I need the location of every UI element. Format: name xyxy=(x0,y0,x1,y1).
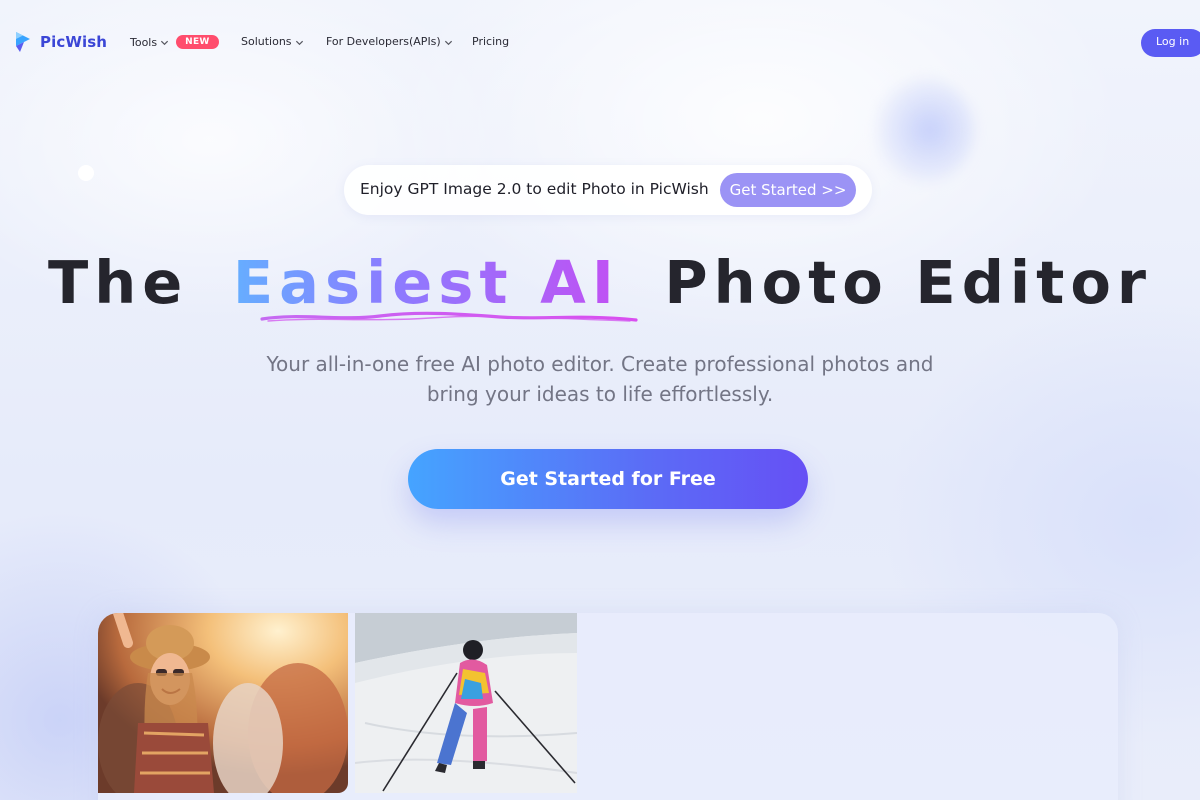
nav-tools[interactable]: Tools NEW xyxy=(130,35,219,49)
headline-underline-decoration xyxy=(260,311,638,322)
festival-woman-photo xyxy=(98,613,348,793)
headline-highlight: Easiest AI xyxy=(215,248,638,317)
nav-tools-label: Tools xyxy=(130,35,158,49)
headline-word-the: The xyxy=(48,248,189,317)
promo-banner: Enjoy GPT Image 2.0 to edit Photo in Pic… xyxy=(344,165,872,215)
nav-solutions-label: Solutions xyxy=(241,35,292,48)
decorative-dot xyxy=(78,165,94,181)
decorative-blob xyxy=(875,78,975,182)
login-button[interactable]: Log in xyxy=(1141,29,1200,57)
brand-logo[interactable]: PicWish xyxy=(14,30,107,54)
picwish-logo-icon xyxy=(16,32,30,52)
hero-headline: The Easiest AI Photo Editor xyxy=(0,248,1200,317)
nav-developers-label: For Developers(APIs) xyxy=(326,35,441,48)
nav-pricing-label: Pricing xyxy=(472,35,510,48)
new-badge: NEW xyxy=(176,35,219,49)
chevron-down-icon xyxy=(161,40,169,46)
headline-word-photo-editor: Photo Editor xyxy=(664,248,1152,317)
subtitle-line-2: bring your ideas to life effortlessly. xyxy=(426,382,774,406)
brand-name: PicWish xyxy=(40,33,108,51)
skier-photo xyxy=(355,613,577,793)
nav-solutions[interactable]: Solutions xyxy=(241,35,304,48)
subtitle-line-1: Your all-in-one free AI photo editor. Cr… xyxy=(266,352,934,376)
hero-subtitle: Your all-in-one free AI photo editor. Cr… xyxy=(0,349,1200,409)
get-started-free-button[interactable]: Get Started for Free xyxy=(408,449,808,509)
promo-text: Enjoy GPT Image 2.0 to edit Photo in Pic… xyxy=(360,180,709,198)
photo-gallery xyxy=(98,613,1118,800)
nav-pricing[interactable]: Pricing xyxy=(472,35,509,48)
chevron-down-icon xyxy=(295,40,303,45)
chevron-down-icon xyxy=(444,40,452,45)
nav-developers[interactable]: For Developers(APIs) xyxy=(326,35,453,48)
top-navbar: PicWish Tools NEW Solutions For Develope… xyxy=(0,0,1200,84)
promo-get-started-button[interactable]: Get Started >> xyxy=(720,173,856,207)
